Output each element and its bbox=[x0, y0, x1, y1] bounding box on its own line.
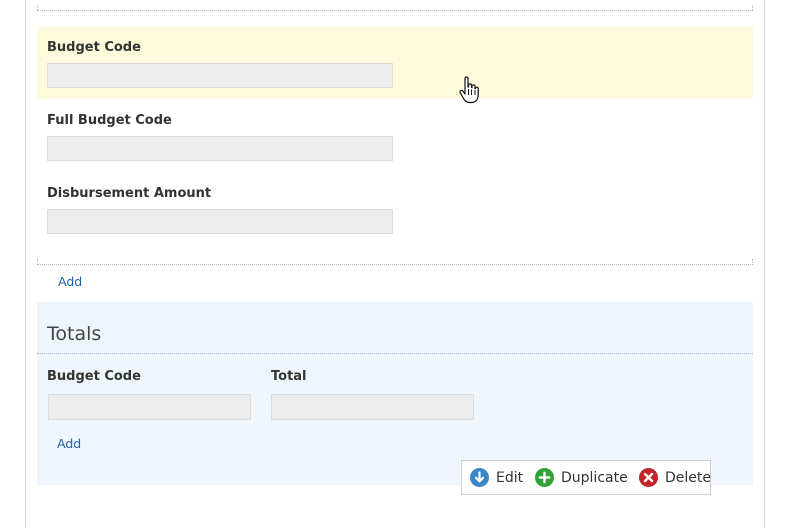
add-row-link[interactable]: Add bbox=[58, 274, 82, 289]
duplicate-button[interactable]: Duplicate bbox=[535, 461, 628, 494]
edit-label: Edit bbox=[496, 469, 524, 486]
plus-circle-icon bbox=[535, 468, 554, 487]
totals-budget-code-input[interactable] bbox=[48, 394, 251, 420]
totals-title: Totals bbox=[47, 323, 102, 345]
x-circle-icon bbox=[639, 468, 658, 487]
form-frame-left-border bbox=[25, 0, 26, 528]
arrow-down-circle-icon bbox=[470, 468, 489, 487]
disbursement-amount-input[interactable] bbox=[47, 209, 393, 234]
full-budget-code-input[interactable] bbox=[47, 136, 393, 161]
totals-section: Totals Budget Code Total Add bbox=[37, 302, 753, 485]
totals-add-link[interactable]: Add bbox=[57, 436, 81, 451]
totals-total-input[interactable] bbox=[271, 394, 474, 420]
delete-button[interactable]: Delete bbox=[639, 461, 711, 494]
totals-total-label: Total bbox=[271, 369, 307, 384]
edit-button[interactable]: Edit bbox=[470, 461, 523, 494]
totals-budget-code-label: Budget Code bbox=[47, 369, 141, 384]
form-frame-right-border bbox=[764, 0, 765, 528]
budget-code-label: Budget Code bbox=[47, 40, 141, 55]
row-action-toolbar: Edit Duplicate Delete bbox=[461, 460, 711, 495]
repeating-section-bottom-border bbox=[37, 259, 753, 265]
disbursement-amount-label: Disbursement Amount bbox=[47, 186, 212, 201]
budget-code-input[interactable] bbox=[47, 63, 393, 88]
budget-code-row[interactable]: Budget Code bbox=[37, 27, 753, 99]
full-budget-code-row[interactable]: Full Budget Code bbox=[37, 100, 753, 172]
repeating-section-top-border bbox=[37, 5, 753, 11]
hand-pointer-cursor-icon bbox=[458, 76, 480, 104]
totals-separator bbox=[37, 353, 753, 354]
duplicate-label: Duplicate bbox=[561, 469, 628, 486]
disbursement-amount-row[interactable]: Disbursement Amount bbox=[37, 173, 753, 245]
full-budget-code-label: Full Budget Code bbox=[47, 113, 172, 128]
delete-label: Delete bbox=[665, 469, 711, 486]
